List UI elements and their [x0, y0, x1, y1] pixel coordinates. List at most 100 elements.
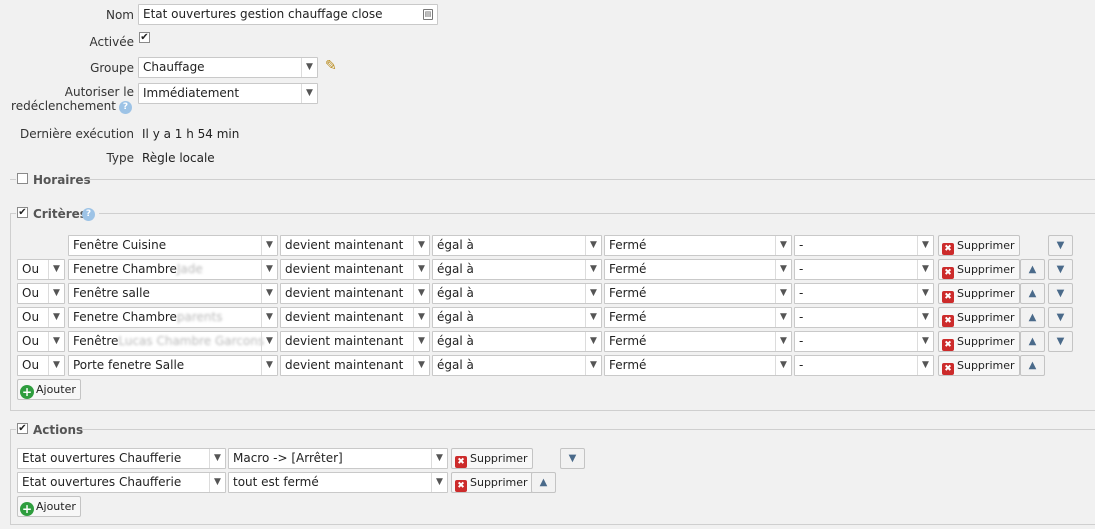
groupe-label: Groupe — [90, 61, 134, 75]
chevron-down-icon: ▼ — [775, 260, 791, 279]
device-select[interactable]: Fenêtre Cuisine ▼ — [68, 235, 278, 256]
move-down-button[interactable]: ▼ — [1048, 235, 1073, 256]
chevron-down-icon: ▼ — [261, 284, 277, 303]
chevron-down-icon: ▼ — [917, 284, 933, 303]
nom-field[interactable]: Etat ouvertures gestion chauffage close … — [138, 4, 438, 25]
delete-button[interactable]: ✖ Supprimer — [451, 448, 533, 469]
device-select[interactable]: Fenêtre salle ▼ — [68, 283, 278, 304]
chevron-down-icon: ▼ — [585, 284, 601, 303]
chevron-down-icon: ▼ — [261, 260, 277, 279]
criteres-title: Critères — [33, 207, 87, 221]
extra-select[interactable]: - ▼ — [794, 283, 934, 304]
activee-checkbox[interactable]: ✔ — [139, 32, 150, 43]
delete-icon: ✖ — [942, 315, 954, 327]
comparator-select[interactable]: égal à ▼ — [432, 355, 602, 376]
move-down-button[interactable]: ▼ — [1048, 331, 1073, 352]
delete-button[interactable]: ✖ Supprimer — [938, 331, 1020, 352]
delete-button[interactable]: ✖ Supprimer — [938, 355, 1020, 376]
arrow-up-icon: ▲ — [1028, 360, 1037, 371]
move-up-button[interactable]: ▲ — [531, 472, 556, 493]
device-select[interactable]: FenêtreLucas Chambre Garcons ▼ — [68, 331, 278, 352]
comparator-select[interactable]: égal à ▼ — [432, 235, 602, 256]
plus-icon: + — [20, 502, 34, 516]
action-target-select[interactable]: Etat ouvertures Chaufferie ▼ — [17, 448, 226, 469]
chevron-down-icon: ▼ — [209, 473, 225, 492]
actions-checkbox[interactable]: ✔ — [17, 423, 28, 434]
activee-label: Activée — [89, 35, 134, 49]
autoriser-select[interactable]: Immédiatement ▼ — [138, 83, 318, 104]
arrow-down-icon: ▼ — [1056, 240, 1065, 251]
operator-select[interactable]: Ou ▼ — [17, 259, 65, 280]
add-criteria-button[interactable]: + Ajouter — [17, 379, 81, 400]
move-down-button[interactable]: ▼ — [1048, 307, 1073, 328]
comparator-select[interactable]: égal à ▼ — [432, 307, 602, 328]
extra-select[interactable]: - ▼ — [794, 235, 934, 256]
divider — [80, 429, 1095, 430]
chevron-down-icon: ▼ — [431, 449, 447, 468]
device-select[interactable]: Fenetre ChambreJade ▼ — [68, 259, 278, 280]
groupe-select[interactable]: Chauffage ▼ — [138, 57, 318, 78]
delete-icon: ✖ — [942, 291, 954, 303]
criteres-checkbox[interactable]: ✔ — [17, 207, 28, 218]
value-select[interactable]: Fermé ▼ — [604, 331, 792, 352]
move-down-button[interactable]: ▼ — [560, 448, 585, 469]
value-select[interactable]: Fermé ▼ — [604, 259, 792, 280]
value-select[interactable]: Fermé ▼ — [604, 355, 792, 376]
delete-button[interactable]: ✖ Supprimer — [938, 307, 1020, 328]
pencil-icon[interactable]: ✎ — [325, 58, 337, 74]
device-select[interactable]: Fenetre Chambreparents ▼ — [68, 307, 278, 328]
move-down-button[interactable]: ▼ — [1048, 283, 1073, 304]
value-select[interactable]: Fermé ▼ — [604, 283, 792, 304]
add-action-button[interactable]: + Ajouter — [17, 496, 81, 517]
extra-select[interactable]: - ▼ — [794, 307, 934, 328]
delete-icon: ✖ — [455, 456, 467, 468]
extra-select[interactable]: - ▼ — [794, 355, 934, 376]
chevron-down-icon: ▼ — [585, 332, 601, 351]
delete-button[interactable]: ✖ Supprimer — [938, 283, 1020, 304]
device-select[interactable]: Porte fenetre Salle ▼ — [68, 355, 278, 376]
value-select[interactable]: Fermé ▼ — [604, 235, 792, 256]
move-up-button[interactable]: ▲ — [1020, 355, 1045, 376]
event-select[interactable]: devient maintenant ▼ — [280, 307, 430, 328]
action-select[interactable]: tout est fermé ▼ — [228, 472, 448, 493]
delete-button[interactable]: ✖ Supprimer — [938, 259, 1020, 280]
move-down-button[interactable]: ▼ — [1048, 259, 1073, 280]
move-up-button[interactable]: ▲ — [1020, 307, 1045, 328]
chevron-down-icon: ▼ — [917, 356, 933, 375]
arrow-down-icon: ▼ — [568, 453, 577, 464]
move-up-button[interactable]: ▲ — [1020, 259, 1045, 280]
chevron-down-icon: ▼ — [775, 308, 791, 327]
contact-card-icon[interactable]: ▤ — [423, 9, 433, 20]
delete-button[interactable]: ✖ Supprimer — [451, 472, 533, 493]
extra-select[interactable]: - ▼ — [794, 331, 934, 352]
move-up-button[interactable]: ▲ — [1020, 331, 1045, 352]
plus-icon: + — [20, 385, 34, 399]
event-select[interactable]: devient maintenant ▼ — [280, 331, 430, 352]
chevron-down-icon: ▼ — [413, 260, 429, 279]
chevron-down-icon: ▼ — [775, 332, 791, 351]
help-icon[interactable]: ? — [119, 101, 132, 114]
action-select[interactable]: Macro -> [Arrêter] ▼ — [228, 448, 448, 469]
event-select[interactable]: devient maintenant ▼ — [280, 355, 430, 376]
comparator-select[interactable]: égal à ▼ — [432, 283, 602, 304]
operator-select[interactable]: Ou ▼ — [17, 283, 65, 304]
comparator-select[interactable]: égal à ▼ — [432, 331, 602, 352]
event-select[interactable]: devient maintenant ▼ — [280, 235, 430, 256]
operator-select[interactable]: Ou ▼ — [17, 331, 65, 352]
event-select[interactable]: devient maintenant ▼ — [280, 259, 430, 280]
chevron-down-icon: ▼ — [301, 58, 317, 77]
horaires-checkbox[interactable] — [17, 173, 28, 184]
operator-select[interactable]: Ou ▼ — [17, 355, 65, 376]
event-select[interactable]: devient maintenant ▼ — [280, 283, 430, 304]
extra-select[interactable]: - ▼ — [794, 259, 934, 280]
move-up-button[interactable]: ▲ — [1020, 283, 1045, 304]
value-select[interactable]: Fermé ▼ — [604, 307, 792, 328]
comparator-select[interactable]: égal à ▼ — [432, 259, 602, 280]
delete-button[interactable]: ✖ Supprimer — [938, 235, 1020, 256]
help-icon[interactable]: ? — [82, 208, 95, 221]
chevron-down-icon: ▼ — [585, 236, 601, 255]
divider — [84, 179, 1095, 180]
chevron-down-icon: ▼ — [917, 308, 933, 327]
action-target-select[interactable]: Etat ouvertures Chaufferie ▼ — [17, 472, 226, 493]
operator-select[interactable]: Ou ▼ — [17, 307, 65, 328]
